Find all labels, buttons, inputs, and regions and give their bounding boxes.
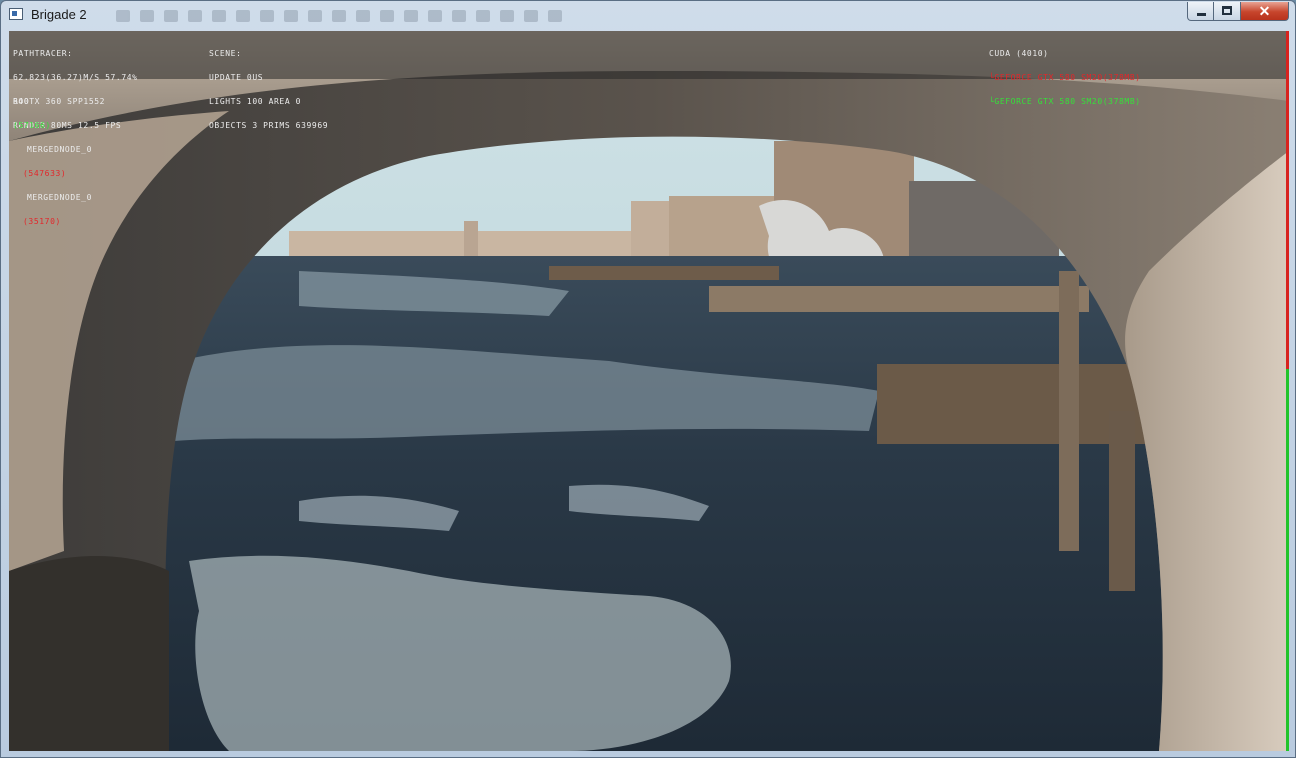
device-stats: CUDA (4010) └GEFORCE GTX 580 SM20(378MB)…: [989, 34, 1141, 122]
background-toolbar-ghost: [116, 10, 562, 24]
scene-lights: LIGHTS 100 AREA 0: [209, 97, 302, 106]
gpu-entry-2: └GEFORCE GTX 580 SM20(378MB): [989, 97, 1141, 106]
tree-root: ROOT: [13, 97, 35, 106]
title-bar[interactable]: Brigade 2 ✕: [1, 1, 1295, 31]
window-title: Brigade 2: [31, 7, 87, 22]
tree-node-1-count: (547633): [23, 169, 67, 178]
gpu-entry-1: └GEFORCE GTX 580 SM20(378MB): [989, 73, 1141, 82]
minimize-button[interactable]: [1187, 2, 1214, 21]
tree-node-2-count: (35170): [23, 217, 61, 226]
scene-stats: SCENE: UPDATE 0US LIGHTS 100 AREA 0 OBJE…: [209, 34, 328, 146]
pathtracer-heading: PATHTRACER:: [13, 49, 73, 58]
application-window: Brigade 2 ✕ PATHTRACER: 62.823(36.27)M/S…: [0, 0, 1296, 758]
tree-node-2: MERGEDNODE_0: [27, 193, 92, 202]
tree-root-count: (57166): [13, 121, 51, 130]
scene-objects: OBJECTS 3 PRIMS 639969: [209, 121, 329, 130]
close-button[interactable]: ✕: [1241, 2, 1289, 21]
cuda-heading: CUDA (4010): [989, 49, 1049, 58]
app-icon[interactable]: [9, 8, 23, 20]
maximize-button[interactable]: [1214, 2, 1241, 21]
pathtracer-throughput: 62.823(36.27)M/S 57.74%: [13, 73, 138, 82]
close-icon: ✕: [1258, 3, 1271, 19]
scene-update: UPDATE 0US: [209, 73, 264, 82]
tree-node-1: MERGEDNODE_0: [27, 145, 92, 154]
render-viewport[interactable]: PATHTRACER: 62.823(36.27)M/S 57.74% 640 …: [9, 31, 1289, 751]
progress-bar-green: [1286, 369, 1289, 751]
progress-bar-red: [1286, 31, 1289, 369]
scene-heading: SCENE:: [209, 49, 242, 58]
scene-tree: ROOT (57166) MERGEDNODE_0 (547633) MERGE…: [13, 82, 92, 242]
rendered-scene: [9, 31, 1289, 751]
